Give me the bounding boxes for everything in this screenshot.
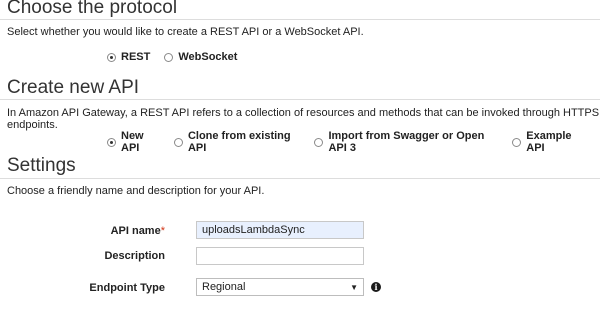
protocol-title: Choose the protocol xyxy=(7,0,178,18)
radio-rest[interactable]: REST xyxy=(107,51,150,63)
radio-new-api-indicator[interactable] xyxy=(107,137,116,147)
api-name-label-text: API name xyxy=(110,225,161,237)
radio-import-swagger-indicator[interactable] xyxy=(314,137,324,147)
radio-clone-api-indicator[interactable] xyxy=(173,137,183,147)
chevron-down-icon: ▼ xyxy=(350,282,358,292)
api-name-input[interactable] xyxy=(196,221,364,239)
radio-example-api[interactable]: Example API xyxy=(512,130,586,154)
settings-title: Settings xyxy=(7,155,76,176)
create-title: Create new API xyxy=(7,77,140,98)
radio-import-swagger[interactable]: Import from Swagger or Open API 3 xyxy=(314,130,498,154)
radio-rest-indicator[interactable] xyxy=(107,52,116,62)
api-name-label: API name* xyxy=(25,225,165,237)
description-input[interactable] xyxy=(196,247,364,265)
radio-websocket-label: WebSocket xyxy=(178,51,238,63)
endpoint-type-value: Regional xyxy=(202,281,246,293)
radio-import-swagger-label: Import from Swagger or Open API 3 xyxy=(328,130,485,154)
protocol-divider xyxy=(0,19,600,20)
radio-new-api-label: New API xyxy=(121,130,144,154)
protocol-description: Select whether you would like to create … xyxy=(7,26,364,38)
create-divider xyxy=(0,99,600,100)
radio-websocket[interactable]: WebSocket xyxy=(164,51,237,63)
endpoint-type-label: Endpoint Type xyxy=(89,282,165,294)
settings-description: Choose a friendly name and description f… xyxy=(7,185,265,197)
endpoint-type-select[interactable]: Regional ▼ xyxy=(196,278,364,296)
create-description: In Amazon API Gateway, a REST API refers… xyxy=(7,107,600,131)
protocol-radio-group: REST WebSocket xyxy=(107,51,251,63)
radio-clone-api-label: Clone from existing API xyxy=(187,130,291,154)
info-icon[interactable]: i xyxy=(371,282,381,292)
radio-example-api-label: Example API xyxy=(526,130,572,154)
radio-websocket-indicator[interactable] xyxy=(164,52,174,62)
settings-divider xyxy=(0,178,600,179)
radio-clone-api[interactable]: Clone from existing API xyxy=(173,130,301,154)
required-asterisk: * xyxy=(160,225,165,237)
radio-example-api-indicator[interactable] xyxy=(512,137,522,147)
radio-new-api[interactable]: New API xyxy=(107,130,160,154)
create-radio-group: New API Clone from existing API Import f… xyxy=(107,130,600,154)
radio-rest-label: REST xyxy=(121,51,151,63)
description-label: Description xyxy=(104,250,165,262)
